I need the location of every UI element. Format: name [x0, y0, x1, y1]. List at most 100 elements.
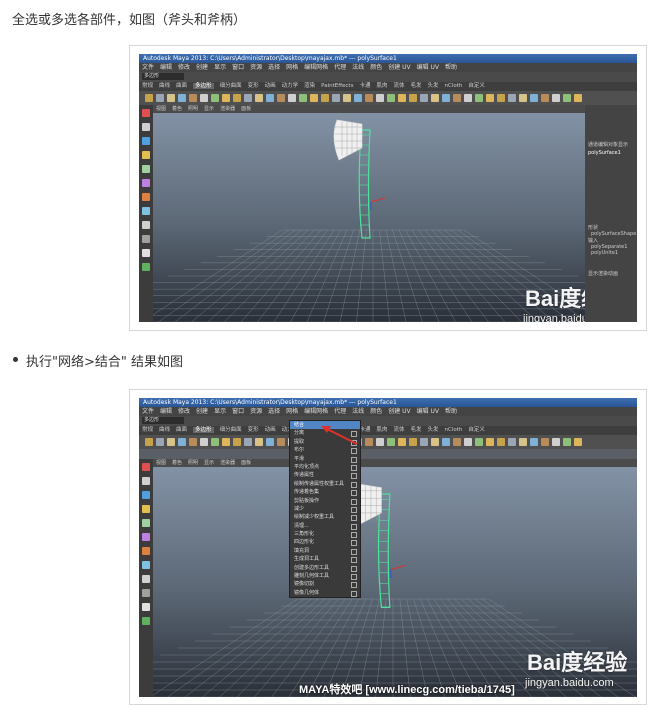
menu-item-6[interactable]: 资源: [250, 408, 262, 415]
shelf-tool-icon[interactable]: [464, 94, 472, 102]
menu-item-6[interactable]: 资源: [250, 64, 262, 71]
menu-item-5[interactable]: 窗口: [232, 64, 244, 71]
shelf-tab-0[interactable]: 常规: [142, 427, 153, 433]
menu-item-5[interactable]: 窗口: [232, 408, 244, 415]
menu-item-3[interactable]: 创建: [196, 408, 208, 415]
menu-item-11[interactable]: 法线: [352, 408, 364, 415]
menu-item-0[interactable]: 文件: [142, 408, 154, 415]
tool-icon[interactable]: [142, 207, 150, 215]
option-box-icon[interactable]: [351, 515, 357, 522]
menu-item-10[interactable]: 代理: [334, 64, 346, 71]
menu-item-2[interactable]: 修改: [178, 64, 190, 71]
layer-tab-0[interactable]: 显示: [588, 271, 598, 277]
shelf-tool-icon[interactable]: [508, 438, 516, 446]
shelf-tool-icon[interactable]: [541, 94, 549, 102]
tool-icon[interactable]: [142, 263, 150, 271]
shelf-tool-icon[interactable]: [178, 94, 186, 102]
shelf-tool-icon[interactable]: [530, 94, 538, 102]
menu-item-12[interactable]: 颜色: [370, 64, 382, 71]
shelf-tab-10[interactable]: 卡通: [359, 83, 370, 89]
shelf-tab-1[interactable]: 曲线: [159, 427, 170, 433]
shelf-tool-icon[interactable]: [222, 438, 230, 446]
shelf-tab-0[interactable]: 常规: [142, 83, 153, 89]
mesh-menu-item-13[interactable]: 三角形化: [290, 530, 360, 539]
panel-tab-2[interactable]: 对象: [608, 142, 618, 148]
tool-icon[interactable]: [142, 165, 150, 173]
menu-item-2[interactable]: 修改: [178, 408, 190, 415]
shelf-tool-icon[interactable]: [420, 438, 428, 446]
shelf-tool-icon[interactable]: [574, 438, 582, 446]
shelf-tool-icon[interactable]: [156, 438, 164, 446]
option-box-icon[interactable]: [351, 498, 357, 505]
tool-icon[interactable]: [142, 179, 150, 187]
option-box-icon[interactable]: [351, 590, 357, 597]
tool-icon[interactable]: [142, 249, 150, 257]
menu-item-9[interactable]: 编辑网格: [304, 64, 328, 71]
shelf-tool-icon[interactable]: [288, 94, 296, 102]
tool-icon[interactable]: [142, 477, 150, 485]
option-box-icon[interactable]: [351, 574, 357, 581]
menu-item-8[interactable]: 网格: [286, 408, 298, 415]
shelf-tool-icon[interactable]: [354, 94, 362, 102]
mesh-menu-item-7[interactable]: 绘制传递属性权重工具: [290, 480, 360, 488]
shelf-tool-icon[interactable]: [255, 438, 263, 446]
shelf-tool-icon[interactable]: [145, 438, 153, 446]
tool-icon[interactable]: [142, 193, 150, 201]
shelf-tool-icon[interactable]: [552, 94, 560, 102]
shelf-tool-icon[interactable]: [420, 94, 428, 102]
tool-icon[interactable]: [142, 561, 150, 569]
shelf-tool-icon[interactable]: [365, 94, 373, 102]
tool-icon[interactable]: [142, 491, 150, 499]
shelf-tool-icon[interactable]: [475, 438, 483, 446]
tool-icon[interactable]: [142, 575, 150, 583]
tool-icon[interactable]: [142, 589, 150, 597]
shelf-tab-13[interactable]: 毛发: [411, 83, 422, 89]
shelf-tool-icon[interactable]: [431, 438, 439, 446]
mesh-menu-item-9[interactable]: 剪贴板操作: [290, 497, 360, 505]
shelf-tool-icon[interactable]: [486, 438, 494, 446]
viewport[interactable]: 视图 着色 照明 显示 渲染器 面板 Bai度经验 jingyan.baidu.com: [153, 105, 625, 322]
mesh-menu-item-10[interactable]: 减少: [290, 505, 360, 513]
menu-item-1[interactable]: 编辑: [160, 408, 172, 415]
menu-item-15[interactable]: 帮助: [445, 64, 457, 71]
menu-item-14[interactable]: 编辑 UV: [417, 64, 439, 71]
menu-item-11[interactable]: 法线: [352, 64, 364, 71]
shelf-tool-icon[interactable]: [398, 94, 406, 102]
menu-item-12[interactable]: 颜色: [370, 408, 382, 415]
menu-item-3[interactable]: 创建: [196, 64, 208, 71]
shelf-tab-12[interactable]: 流体: [393, 427, 404, 433]
shelf-tool-icon[interactable]: [376, 94, 384, 102]
shelf-tool-icon[interactable]: [453, 94, 461, 102]
shelf-tab-5[interactable]: 变形: [248, 83, 259, 89]
panel-tab-1[interactable]: 编辑: [598, 142, 608, 148]
option-box-icon[interactable]: [351, 464, 357, 471]
shelf-tab-2[interactable]: 曲面: [176, 83, 187, 89]
shelf-tool-icon[interactable]: [167, 94, 175, 102]
menu-item-10[interactable]: 代理: [334, 408, 346, 415]
shelf-tool-icon[interactable]: [189, 94, 197, 102]
shelf-tool-icon[interactable]: [563, 438, 571, 446]
mesh-menu-item-4[interactable]: 平滑: [290, 455, 360, 463]
shelf-tool-icon[interactable]: [574, 94, 582, 102]
option-box-icon[interactable]: [351, 532, 357, 539]
shelf-tab-4[interactable]: 细分曲面: [220, 83, 242, 89]
shelf-tab-11[interactable]: 肌肉: [376, 427, 387, 433]
shelf-tool-icon[interactable]: [244, 438, 252, 446]
option-box-icon[interactable]: [351, 523, 357, 530]
option-box-icon[interactable]: [351, 506, 357, 513]
shelf-tool-icon[interactable]: [497, 438, 505, 446]
menu-item-4[interactable]: 显示: [214, 408, 226, 415]
shelf-tool-icon[interactable]: [387, 94, 395, 102]
option-box-icon[interactable]: [351, 557, 357, 564]
shelf-tab-14[interactable]: 头发: [428, 83, 439, 89]
shelf-tool-icon[interactable]: [211, 438, 219, 446]
menu-item-7[interactable]: 选择: [268, 64, 280, 71]
mesh-menu-item-18[interactable]: 雕刻几何体工具: [290, 572, 360, 581]
menu-item-7[interactable]: 选择: [268, 408, 280, 415]
tool-icon[interactable]: [142, 547, 150, 555]
shelf-tool-icon[interactable]: [310, 94, 318, 102]
shelf-tool-icon[interactable]: [266, 94, 274, 102]
mesh-menu-item-19[interactable]: 镜像切割: [290, 580, 360, 589]
menu-item-13[interactable]: 创建 UV: [388, 64, 410, 71]
menu-item-13[interactable]: 创建 UV: [388, 408, 410, 415]
